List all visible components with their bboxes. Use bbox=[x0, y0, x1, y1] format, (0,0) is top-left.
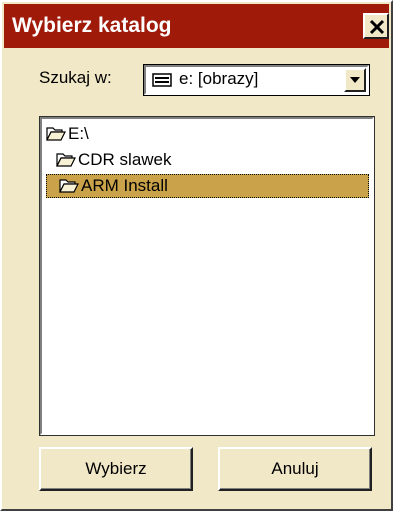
select-button[interactable]: Wybierz bbox=[39, 447, 193, 491]
folder-item[interactable]: CDR slawek bbox=[56, 149, 236, 173]
close-icon bbox=[369, 19, 385, 35]
drive-icon bbox=[152, 73, 172, 87]
look-in-label: Szukaj w: bbox=[39, 68, 112, 87]
cancel-button[interactable]: Anuluj bbox=[218, 447, 372, 491]
folder-label: CDR slawek bbox=[78, 150, 172, 169]
folder-item[interactable]: E:\ bbox=[46, 123, 126, 147]
title-bar[interactable]: Wybierz katalog bbox=[4, 4, 389, 48]
window-title: Wybierz katalog bbox=[12, 14, 172, 37]
chevron-down-icon bbox=[350, 77, 360, 83]
open-folder-icon bbox=[46, 127, 66, 141]
look-in-dropdown[interactable]: e: [obrazy] bbox=[143, 64, 370, 96]
open-folder-icon bbox=[56, 153, 76, 167]
open-folder-icon bbox=[59, 179, 79, 193]
look-in-value: e: [obrazy] bbox=[179, 69, 259, 88]
dropdown-arrow-button[interactable] bbox=[344, 68, 366, 92]
folder-item-selected[interactable]: ARM Install bbox=[46, 174, 369, 198]
close-button[interactable] bbox=[363, 13, 389, 39]
folder-label: E:\ bbox=[68, 124, 89, 143]
dialog-window: Wybierz katalog Szukaj w: e: [obrazy] E:… bbox=[0, 0, 393, 511]
folder-list[interactable]: E:\ CDR slawek ARM Install bbox=[39, 116, 375, 436]
folder-label: ARM Install bbox=[81, 176, 168, 195]
